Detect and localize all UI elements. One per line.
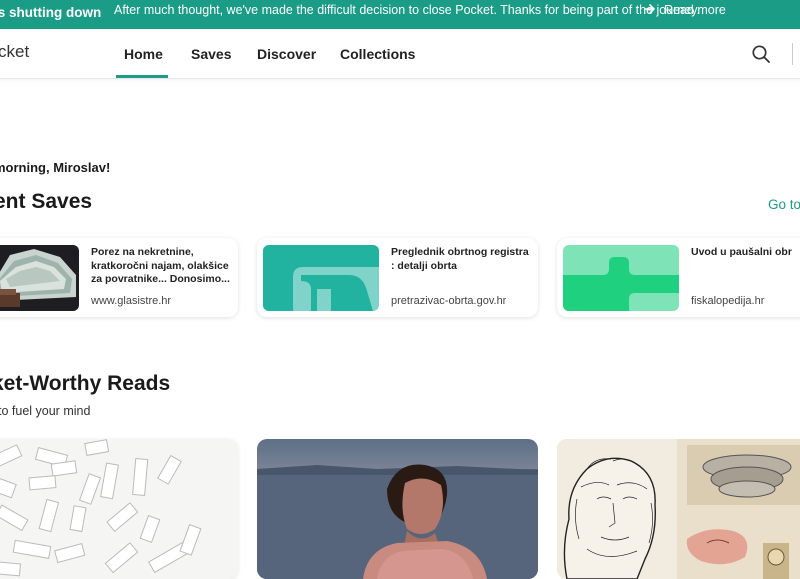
article-thumbnail [263,245,379,311]
article-source: fiskalopedija.hr [691,295,765,307]
word-magnets-image [0,439,238,579]
nav-collections[interactable]: Collections [340,46,415,62]
article-card[interactable] [257,439,538,579]
article-card[interactable] [557,439,800,579]
top-nav: cket Home Saves Discover Collections [0,29,800,79]
pocket-logo[interactable]: cket [0,42,29,62]
article-card[interactable] [0,439,238,579]
recent-saves-heading: ent Saves [0,190,93,213]
recent-save-card[interactable]: Preglednik obrtnog registra : detalji ob… [257,238,538,317]
woman-portrait-image [257,439,538,579]
arrow-right-icon[interactable] [643,2,657,16]
active-tab-indicator [116,75,168,78]
article-source: www.glasistre.hr [91,295,172,307]
nav-divider [792,43,793,65]
article-title: Preglednik obrtnog registra : detalji ob… [391,246,529,272]
recent-save-card[interactable]: Porez na nekretnine, kratkoročni najam, … [0,238,238,317]
recent-save-card[interactable]: Uvod u paušalni obr fiskalopedija.hr [557,238,800,317]
search-icon[interactable] [751,44,771,64]
pocket-worthy-subheading: to fuel your mind [0,404,91,418]
nav-discover[interactable]: Discover [257,46,316,62]
article-source: pretrazivac-obrta.gov.hr [391,295,507,307]
read-more-link[interactable]: Read more [664,3,726,17]
article-thumbnail [0,245,79,311]
greeting: morning, Miroslav! [0,160,111,175]
banner-title: is shutting down [0,5,102,20]
pocket-worthy-heading: ket-Worthy Reads [0,372,171,395]
shutdown-banner: is shutting down After much thought, we'… [0,0,800,29]
collage-image [557,439,800,579]
go-to-saves-link[interactable]: Go to [768,197,800,212]
banner-message: After much thought, we've made the diffi… [114,3,701,17]
article-thumbnail [563,245,679,311]
article-title: Porez na nekretnine, kratkoročni najam, … [91,246,230,285]
nav-saves[interactable]: Saves [191,46,231,62]
nav-home[interactable]: Home [124,46,163,62]
article-title: Uvod u paušalni obr [691,246,792,258]
